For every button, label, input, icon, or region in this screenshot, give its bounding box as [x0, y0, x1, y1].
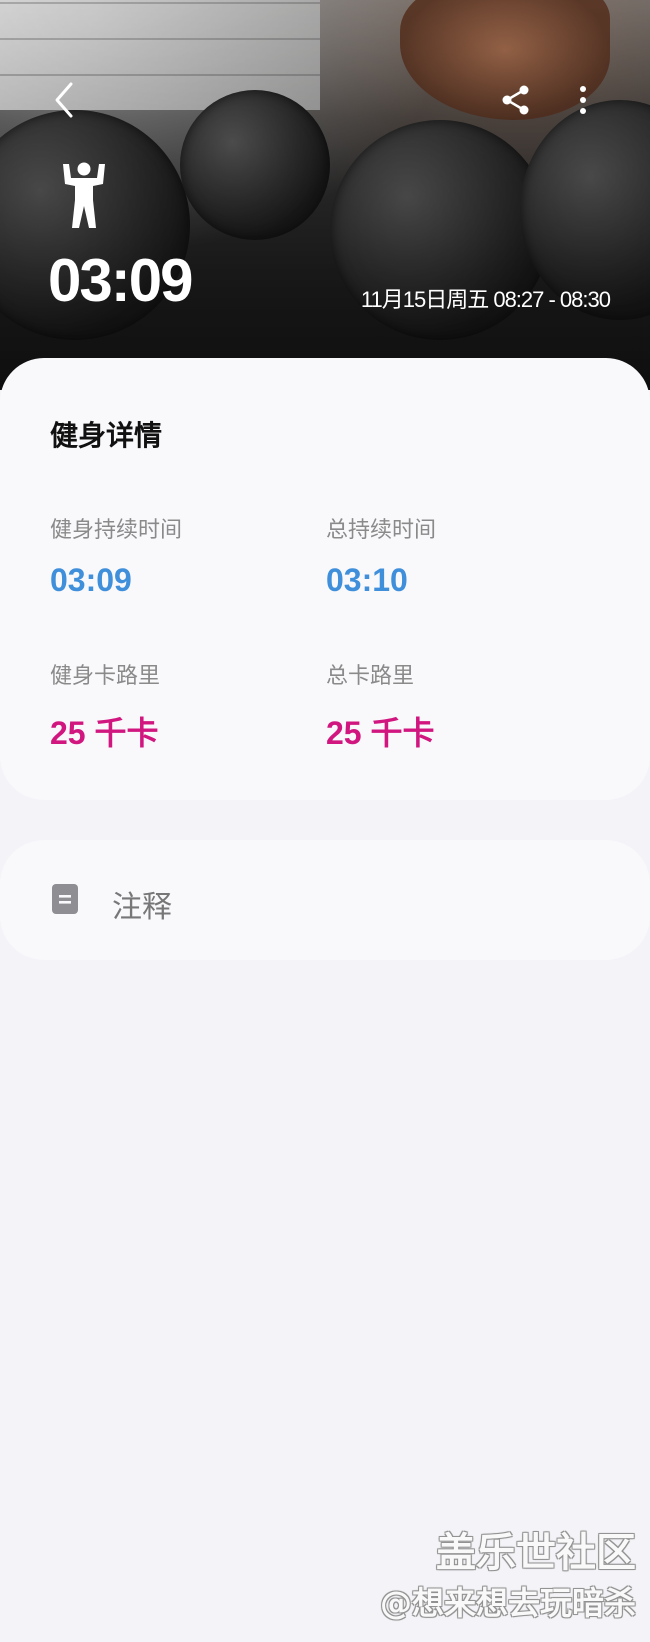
workout-date-range: 11月15日周五 08:27 - 08:30: [360, 287, 611, 312]
metric-workout-calories: 健身卡路里 25 千卡: [50, 658, 160, 754]
workout-details-card: 健身详情 健身持续时间 03:09 总持续时间 03:10 健身卡路里 25 千…: [0, 358, 650, 800]
metric-label: 总持续时间: [326, 518, 437, 543]
metric-total-duration: 总持续时间 03:10: [326, 512, 436, 599]
workout-duration: 03:09: [48, 247, 193, 314]
back-chevron-icon: [55, 82, 73, 118]
metric-workout-duration: 健身持续时间 03:09: [50, 512, 182, 599]
metric-label: 健身持续时间: [50, 518, 183, 543]
details-title: 健身详情: [50, 419, 163, 452]
share-button[interactable]: [496, 78, 536, 122]
metric-total-calories: 总卡路里 25 千卡: [326, 658, 435, 754]
metric-label: 总卡路里: [326, 664, 415, 689]
more-vertical-icon: [580, 86, 586, 114]
metric-value: 03:10: [326, 562, 408, 598]
back-button[interactable]: [44, 78, 84, 122]
notes-button[interactable]: 注释: [0, 840, 650, 960]
watermark-username: @想来想去玩暗杀: [379, 1584, 636, 1622]
notes-label: 注释: [112, 890, 172, 925]
note-icon: [52, 884, 78, 914]
share-icon: [502, 85, 529, 115]
metric-value: 03:09: [50, 562, 132, 598]
metric-value: 25 千卡: [326, 715, 435, 751]
more-options-button[interactable]: [563, 78, 603, 122]
metric-label: 健身卡路里: [50, 664, 161, 689]
watermark-community: 盖乐世社区: [436, 1530, 636, 1576]
weightlifting-person-icon: [63, 162, 105, 228]
metric-value: 25 千卡: [50, 715, 159, 751]
